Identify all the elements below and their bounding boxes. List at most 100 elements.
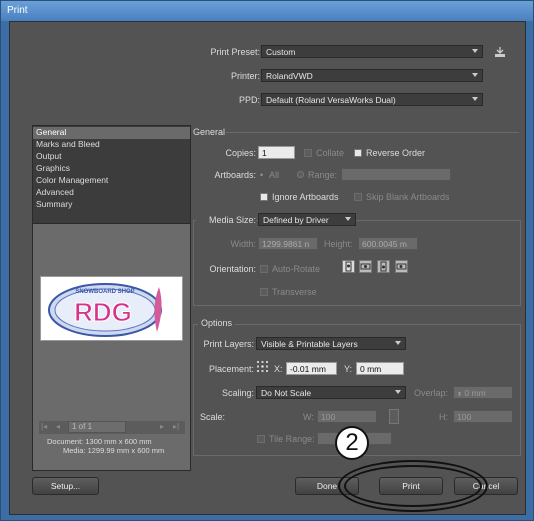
transverse-label: Transverse [272,287,317,297]
artboards-label: Artboards: [214,170,256,180]
collate-label: Collate [316,148,345,158]
skip-blank-label: Skip Blank Artboards [366,192,450,202]
overlap-input[interactable]: ⬍ 0 mm [453,386,513,399]
copies-label: Copies: [200,148,256,158]
rdg-logo: SNOWBOARD SHOP RDG [48,283,162,337]
portrait-icon[interactable] [342,260,355,273]
landscape-icon[interactable] [359,260,372,273]
scaling-label: Scaling: [221,388,254,398]
tile-range-label: Tile Range: [269,434,315,444]
stepper-icon: ⬍ [457,392,463,398]
w-input[interactable]: 100 [317,410,377,423]
placement-label: Placement: [208,364,254,374]
page-navigator: |◂ ◂ 1 of 1 ▸ ▸| [39,421,185,434]
width-input[interactable]: 1299.9861 n [258,237,318,250]
h-input[interactable]: 100 [453,410,513,423]
link-proportions-icon[interactable] [389,409,399,424]
skip-blank-checkbox[interactable] [354,193,362,201]
overlap-value: 0 mm [464,388,486,398]
document-size-text: Document: 1300 mm x 600 mm [47,437,152,446]
print-layers-label: Print Layers: [203,339,254,349]
first-page-icon[interactable]: |◂ [41,422,47,431]
media-size-text: Media: 1299.99 mm x 600 mm [63,446,165,455]
width-label: Width: [230,239,256,249]
scaling-dropdown[interactable]: Do Not Scale [256,386,406,399]
chevron-down-icon [472,97,478,101]
media-size-dropdown[interactable]: Defined by Driver [258,213,356,226]
height-label: Height: [324,239,353,249]
next-page-icon[interactable]: ▸ [160,422,164,431]
preview-paper: SNOWBOARD SHOP RDG [40,276,183,341]
portrait-flipped-icon[interactable] [377,260,390,273]
range-label: Range: [308,170,338,180]
tile-range-checkbox[interactable] [257,435,265,443]
placement-grid-icon[interactable] [257,361,268,372]
overlap-label: Overlap: [414,388,449,398]
media-size-group [193,220,521,306]
last-page-icon[interactable]: ▸| [173,422,179,431]
save-preset-icon[interactable] [494,46,506,58]
w-label: W: [303,412,314,422]
collate-checkbox[interactable] [304,149,312,157]
orientation-label: Orientation: [209,264,256,274]
printer-label: Printer: [230,71,260,81]
dialog-body: Print Preset: Custom Printer: RolandVWD … [9,21,526,515]
chevron-down-icon [345,217,351,221]
options-section-title: Options [198,318,236,328]
logo-text: RDG [74,297,132,327]
category-marks-and-bleed[interactable]: Marks and Bleed [33,139,190,151]
auto-rotate-label: Auto-Rotate [272,264,321,274]
x-label: X: [274,364,283,374]
ppd-label: PPD: [238,95,260,105]
general-divider [226,132,519,133]
copies-input[interactable]: 1 [258,146,295,159]
general-section-title: General [193,127,226,137]
copies-label-text: Copies: [225,148,256,158]
highlight-ellipse-inner [344,465,482,507]
print-layers-dropdown[interactable]: Visible & Printable Layers [256,337,406,350]
chevron-down-icon [395,341,401,345]
scaling-value: Do Not Scale [261,388,312,398]
range-radio[interactable] [297,171,304,178]
range-input[interactable] [341,168,451,181]
x-input[interactable]: -0.01 mm [286,362,337,375]
print-preset-dropdown[interactable]: Custom [261,45,483,58]
category-graphics[interactable]: Graphics [33,163,190,175]
transverse-checkbox[interactable] [260,288,268,296]
y-label: Y: [344,364,353,374]
category-output[interactable]: Output [33,151,190,163]
print-preset-label: Print Preset: [210,47,260,57]
print-preset-value: Custom [266,47,296,57]
print-dialog-window: Print Print Preset: Custom Printer: Rola… [0,0,534,521]
category-general[interactable]: General [33,127,190,139]
y-input[interactable]: 0 mm [356,362,404,375]
all-radio[interactable]: • [260,170,263,180]
print-layers-value: Visible & Printable Layers [261,339,358,349]
ignore-artboards-label: Ignore Artboards [272,192,339,202]
prev-page-icon[interactable]: ◂ [56,422,60,431]
reverse-order-label: Reverse Order [366,148,426,158]
ignore-artboards-checkbox[interactable] [260,193,268,201]
landscape-flipped-icon[interactable] [395,260,408,273]
reverse-order-checkbox[interactable] [354,149,362,157]
chevron-down-icon [395,390,401,394]
step-number-badge: 2 [335,426,369,460]
media-size-label: Media Size: [196,215,256,225]
category-color-management[interactable]: Color Management [33,175,190,187]
auto-rotate-checkbox[interactable] [260,265,268,273]
media-size-value: Defined by Driver [263,215,329,225]
setup-button[interactable]: Setup... [32,477,99,495]
printer-dropdown[interactable]: RolandVWD [261,69,483,82]
logo-top-text: SNOWBOARD SHOP [75,289,134,295]
category-advanced[interactable]: Advanced [33,187,190,199]
category-summary[interactable]: Summary [33,199,190,211]
title-bar[interactable]: Print [1,1,533,21]
printer-value: RolandVWD [266,71,313,81]
height-input[interactable]: 600.0045 m [358,237,418,250]
ppd-dropdown[interactable]: Default (Roland VersaWorks Dual) [261,93,483,106]
window-title: Print [7,5,28,16]
category-list: General Marks and Bleed Output Graphics … [32,125,191,229]
page-field[interactable]: 1 of 1 [68,421,126,433]
chevron-down-icon [472,49,478,53]
print-preview: SNOWBOARD SHOP RDG |◂ ◂ 1 of 1 ▸ ▸| Docu… [32,223,191,471]
